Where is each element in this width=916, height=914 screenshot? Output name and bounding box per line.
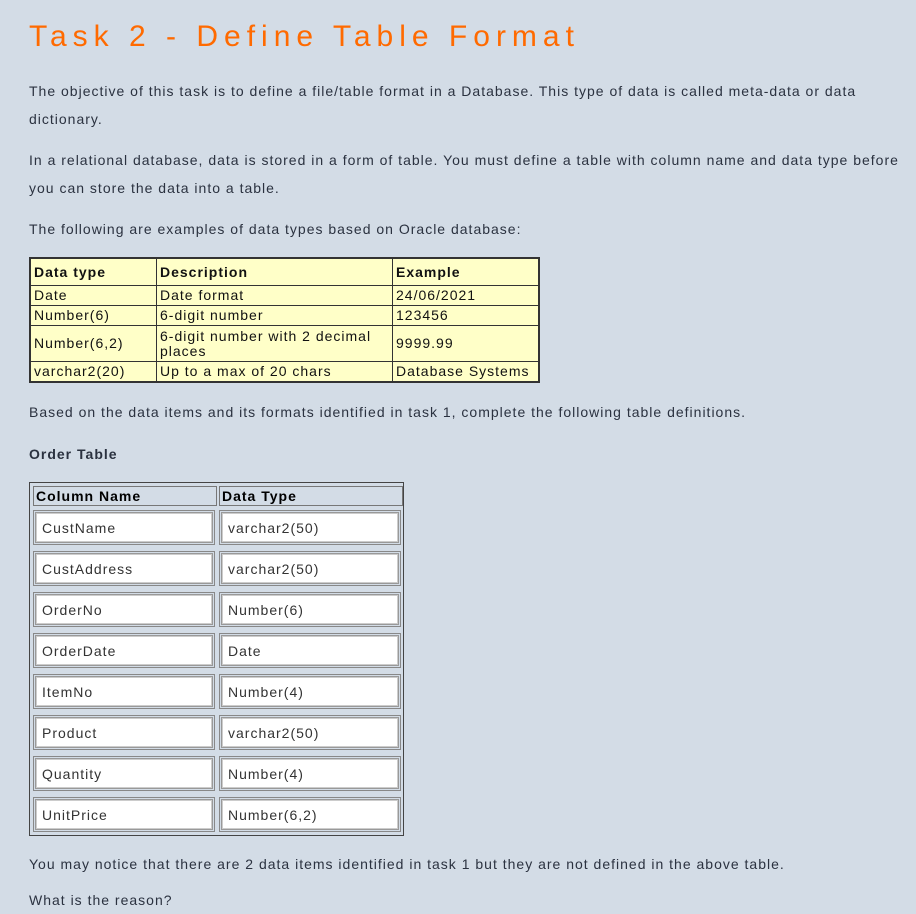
column-name-cell [33, 551, 215, 586]
examples-paragraph: The following are examples of data types… [29, 221, 522, 237]
data-type-cell [219, 510, 401, 545]
column-name-cell [33, 756, 215, 791]
notice-paragraph: You may notice that there are 2 data ite… [29, 856, 785, 872]
cell-description: 6-digit number [156, 305, 393, 326]
relational-paragraph: In a relational database, data is stored… [29, 152, 899, 196]
column-name-cell [33, 797, 215, 832]
intro-paragraph: The objective of this task is to define … [29, 83, 857, 127]
cell-data-type: Number(6) [29, 305, 157, 326]
data-type-cell [219, 715, 401, 750]
table-row: Number(6) 6-digit number 123456 [29, 305, 540, 326]
header-description: Description [156, 257, 393, 286]
data-type-input[interactable] [222, 759, 398, 788]
header-data-type: Data Type [219, 486, 403, 506]
column-name-input[interactable] [36, 636, 212, 665]
cell-example: 24/06/2021 [392, 285, 540, 306]
cell-example: 123456 [392, 305, 540, 326]
data-type-cell [219, 756, 401, 791]
order-table-header: Column Name Data Type [33, 486, 403, 506]
cell-description: Up to a max of 20 chars [156, 361, 393, 383]
data-type-input[interactable] [222, 677, 398, 706]
data-type-cell [219, 551, 401, 586]
cell-description: Date format [156, 285, 393, 306]
column-name-input[interactable] [36, 718, 212, 747]
cell-example: Database Systems [392, 361, 540, 383]
table-row: Date Date format 24/06/2021 [29, 285, 540, 306]
data-types-table: Data type Description Example Date Date … [29, 257, 540, 383]
column-name-input[interactable] [36, 677, 212, 706]
header-data-type: Data type [29, 257, 157, 286]
table-row: Number(6,2) 6-digit number with 2 decima… [29, 325, 540, 362]
column-name-input[interactable] [36, 554, 212, 583]
instructions-paragraph: Based on the data items and its formats … [29, 404, 747, 420]
data-type-input[interactable] [222, 636, 398, 665]
column-name-input[interactable] [36, 513, 212, 542]
data-type-cell [219, 797, 401, 832]
column-name-cell [33, 674, 215, 709]
page-title: Task 2 - Define Table Format [29, 20, 580, 53]
table-row: varchar2(20) Up to a max of 20 chars Dat… [29, 361, 540, 383]
header-column-name: Column Name [33, 486, 217, 506]
column-name-cell [33, 633, 215, 668]
column-name-cell [33, 715, 215, 750]
column-name-input[interactable] [36, 759, 212, 788]
data-type-cell [219, 592, 401, 627]
column-name-input[interactable] [36, 800, 212, 829]
column-name-input[interactable] [36, 595, 212, 624]
table-header-row: Data type Description Example [29, 257, 540, 286]
question-paragraph: What is the reason? [29, 892, 173, 908]
data-type-input[interactable] [222, 513, 398, 542]
data-type-cell [219, 674, 401, 709]
order-table: Column Name Data Type [29, 482, 404, 836]
cell-example: 9999.99 [392, 325, 540, 362]
header-example: Example [392, 257, 540, 286]
data-type-input[interactable] [222, 595, 398, 624]
data-type-input[interactable] [222, 718, 398, 747]
data-type-cell [219, 633, 401, 668]
cell-description: 6-digit number with 2 decimal places [156, 325, 393, 362]
data-type-input[interactable] [222, 554, 398, 583]
column-name-cell [33, 592, 215, 627]
data-type-input[interactable] [222, 800, 398, 829]
cell-data-type: Number(6,2) [29, 325, 157, 362]
column-name-cell [33, 510, 215, 545]
cell-data-type: varchar2(20) [29, 361, 157, 383]
order-table-title: Order Table [29, 446, 118, 462]
cell-data-type: Date [29, 285, 157, 306]
